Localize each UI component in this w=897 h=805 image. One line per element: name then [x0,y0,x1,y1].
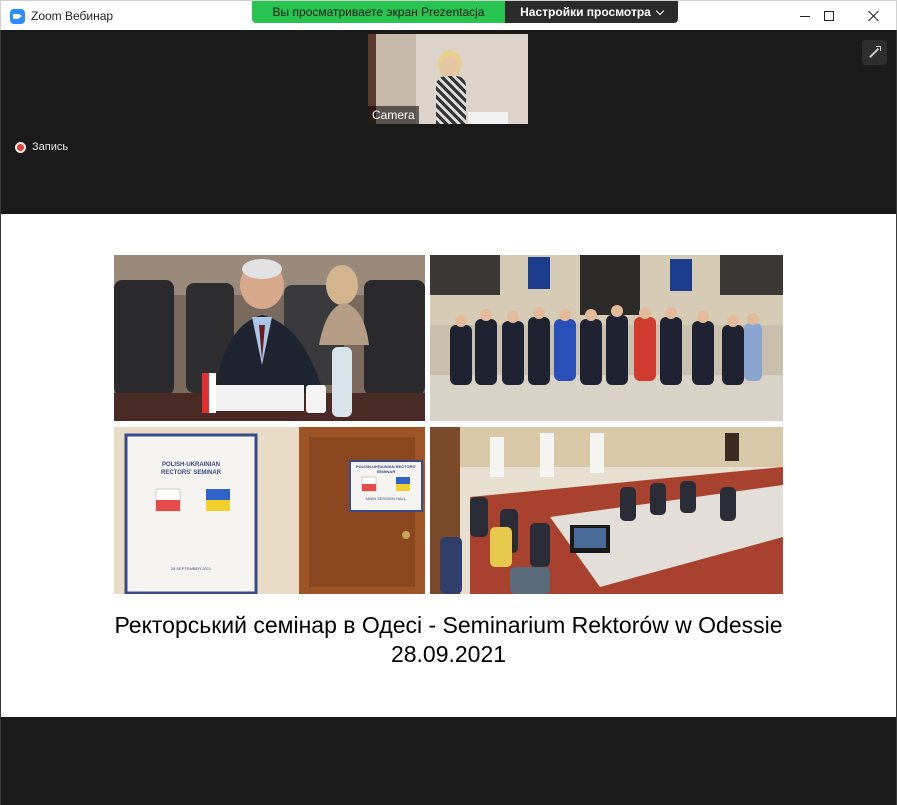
slide-caption-line2: 28.09.2021 [390,641,507,667]
slide-caption-line1: Ректорський семінар в Одесі - Seminarium… [114,612,783,638]
camera-name-label: Camera [368,106,419,124]
recording-label: Запись [32,141,69,153]
poster-date: 28 SEPTEMBER 2021 [170,566,212,571]
share-status-label: Вы просматриваете экран Prezentacja [252,1,505,23]
podium [468,112,508,124]
photo-rector-at-table [114,255,425,421]
screen-share-banner: Вы просматриваете экран Prezentacja Наст… [252,1,678,23]
photo-seminar-poster: POLISH-UKRAINIAN RECTORS' SEMINAR 28 SEP… [114,427,425,594]
window-border-left [0,30,1,805]
maximize-icon [824,11,834,21]
expand-icon[interactable] [862,40,887,65]
door-sign-sub: MAIN SESSION HALL [365,496,406,501]
meeting-bottom-area [0,717,897,805]
shared-slide: POLISH-UKRAINIAN RECTORS' SEMINAR 28 SEP… [1,214,896,717]
camera-video-tile[interactable]: Camera [368,34,528,124]
window-titlebar: Zoom Вебинар Вы просматриваете экран Pre… [0,0,897,30]
chevron-down-icon [655,6,665,15]
photo-session-hall [430,427,783,594]
close-icon [868,10,880,22]
meeting-top-area: Camera Запись [0,30,897,214]
door-sign-title: POLISH-UKRAINIAN RECTORS' SEMINAR [355,464,417,474]
maximize-button[interactable] [806,1,852,31]
record-icon [15,141,26,153]
photo-rector-at-table-image [114,255,425,421]
view-options-button[interactable]: Настройки просмотра [505,1,678,23]
photo-group-picture-image [430,255,783,421]
close-button[interactable] [851,1,897,31]
slide-caption: Ректорський семінар в Одесі - Seminarium… [1,611,896,669]
view-options-label: Настройки просмотра [520,5,651,19]
recording-indicator: Запись [15,141,68,153]
zoom-logo-icon [10,9,25,24]
poster-title: POLISH-UKRAINIAN RECTORS' SEMINAR [161,462,221,476]
speaker-body [436,76,466,124]
photo-session-hall-image [430,427,783,594]
window-title: Zoom Вебинар [31,9,114,23]
photo-group-picture [430,255,783,421]
